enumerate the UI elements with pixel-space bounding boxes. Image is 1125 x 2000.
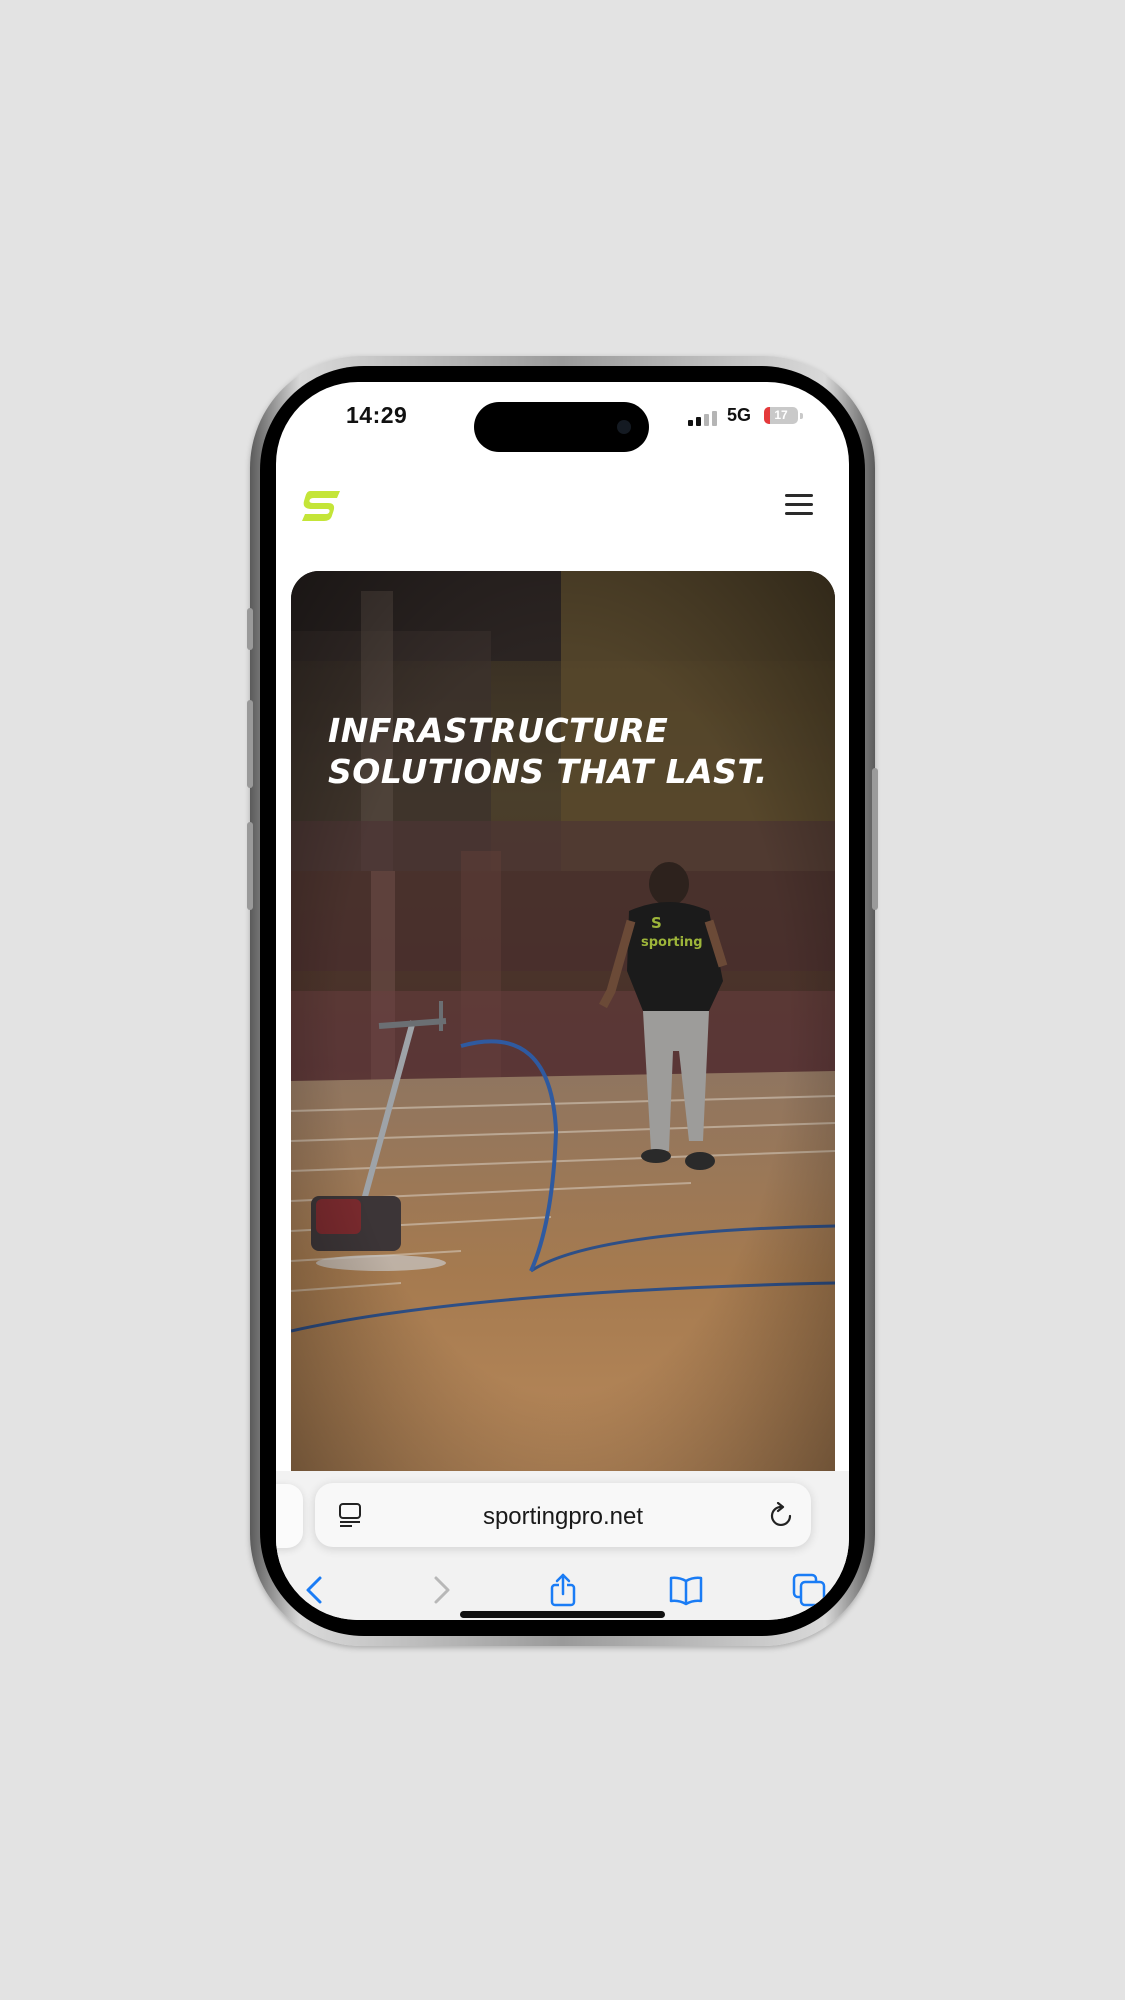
power-button [872, 768, 878, 910]
battery-icon: 17 [764, 407, 798, 424]
dynamic-island [474, 402, 649, 452]
status-bar: 14:29 5G 17 [276, 382, 849, 452]
battery-level: 17 [774, 408, 788, 422]
front-camera [617, 420, 631, 434]
hamburger-menu-icon[interactable] [785, 494, 815, 518]
reload-icon[interactable] [768, 1502, 796, 1530]
volume-up-button [247, 700, 253, 788]
status-time: 14:29 [346, 402, 408, 428]
address-bar[interactable]: sportingpro.net [315, 1483, 811, 1547]
share-icon[interactable] [545, 1572, 581, 1608]
network-type: 5G [727, 405, 752, 425]
address-url[interactable]: sportingpro.net [315, 1503, 811, 1531]
volume-down-button [247, 822, 253, 910]
hero-banner: S sporting INFRASTRUCTURE SOLUTIONS THAT… [291, 571, 835, 1471]
phone-screen: 14:29 5G 17 INFRASTRUCTURE SOLUTIONS THA… [276, 382, 849, 1620]
hero-photo: S sporting [291, 571, 835, 1471]
tabs-icon[interactable] [791, 1572, 827, 1608]
sportingpro-s-logo-icon[interactable] [300, 489, 342, 523]
home-indicator[interactable] [460, 1611, 665, 1618]
cellular-signal-icon [688, 410, 718, 426]
browser-toolbar: sportingpro.net [276, 1471, 849, 1620]
hero-headline: INFRASTRUCTURE SOLUTIONS THAT LAST. [328, 711, 768, 791]
forward-chevron-icon[interactable] [422, 1572, 458, 1608]
previous-tab-preview[interactable] [276, 1484, 303, 1548]
battery-tip [800, 413, 803, 419]
back-chevron-icon[interactable] [298, 1572, 334, 1608]
bookmarks-icon[interactable] [668, 1572, 704, 1608]
mute-switch [247, 608, 253, 650]
